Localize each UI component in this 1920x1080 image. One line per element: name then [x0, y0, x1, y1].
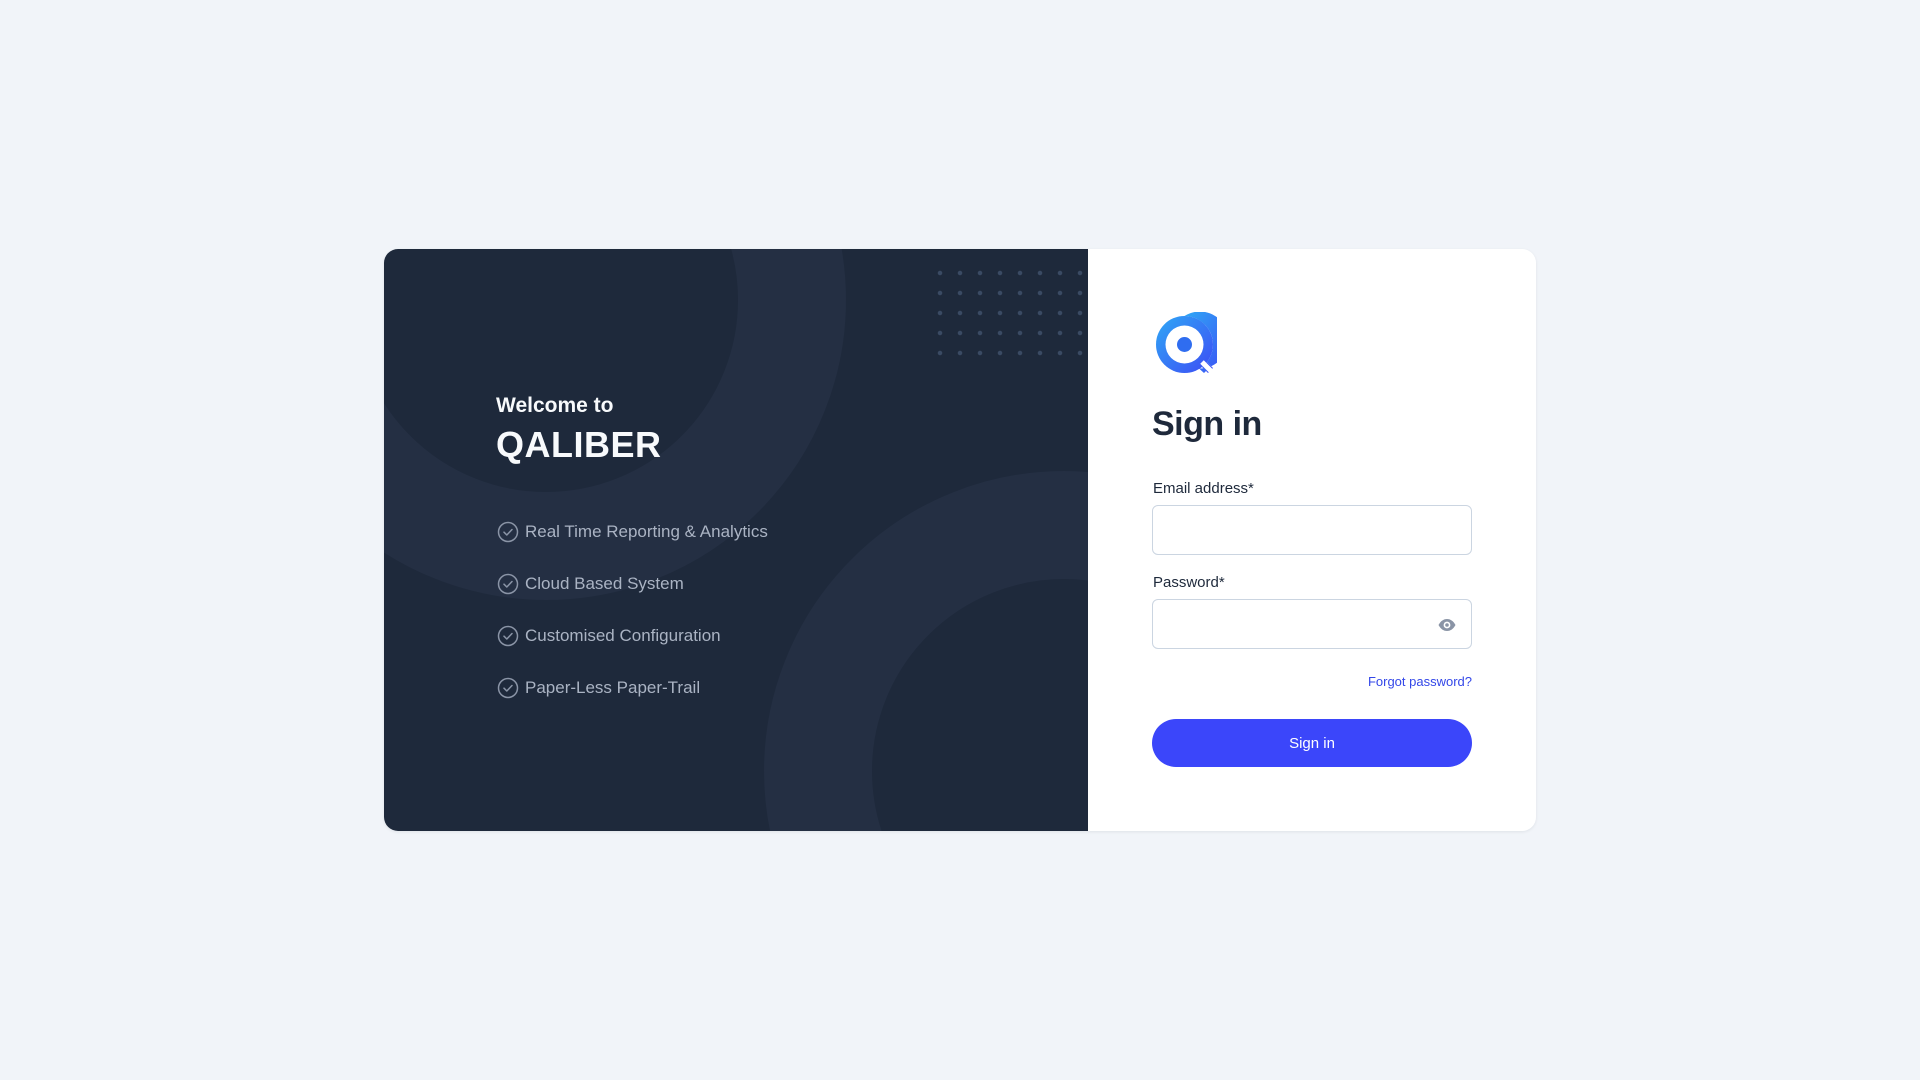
feature-item: Customised Configuration: [497, 610, 768, 662]
feature-label: Cloud Based System: [525, 574, 684, 593]
feature-label: Customised Configuration: [525, 626, 721, 645]
feature-item: Real Time Reporting & Analytics: [497, 506, 768, 558]
email-label: Email address*: [1153, 480, 1254, 497]
password-label: Password*: [1153, 574, 1225, 591]
signin-title: Sign in: [1152, 405, 1262, 443]
login-card: Welcome to QALIBER Real Time Reporting &…: [384, 249, 1536, 831]
forgot-password-link[interactable]: Forgot password?: [1152, 674, 1472, 689]
product-name: QALIBER: [496, 424, 662, 465]
welcome-subtitle: Welcome to: [496, 394, 614, 417]
password-field[interactable]: [1153, 600, 1471, 648]
feature-label: Real Time Reporting & Analytics: [525, 522, 768, 541]
qaliber-logo-icon: [1152, 311, 1229, 377]
signin-panel: Sign in Email address* Password* Forgot …: [1088, 249, 1536, 831]
decorative-dot-grid: [930, 263, 1088, 363]
check-circle-icon: [497, 625, 519, 647]
email-field-box: [1152, 505, 1472, 555]
check-circle-icon: [497, 573, 519, 595]
password-field-box: [1152, 599, 1472, 649]
check-circle-icon: [497, 521, 519, 543]
welcome-heading: Welcome to QALIBER: [496, 392, 662, 468]
feature-item: Paper-Less Paper-Trail: [497, 662, 768, 714]
feature-item: Cloud Based System: [497, 558, 768, 610]
welcome-panel: Welcome to QALIBER Real Time Reporting &…: [384, 249, 1088, 831]
signin-button[interactable]: Sign in: [1152, 719, 1472, 767]
feature-label: Paper-Less Paper-Trail: [525, 678, 701, 697]
eye-icon[interactable]: [1437, 615, 1457, 635]
feature-list: Real Time Reporting & Analytics Cloud Ba…: [497, 506, 768, 714]
email-field[interactable]: [1153, 506, 1471, 554]
check-circle-icon: [497, 677, 519, 699]
decorative-ring-bottom: [764, 471, 1088, 831]
